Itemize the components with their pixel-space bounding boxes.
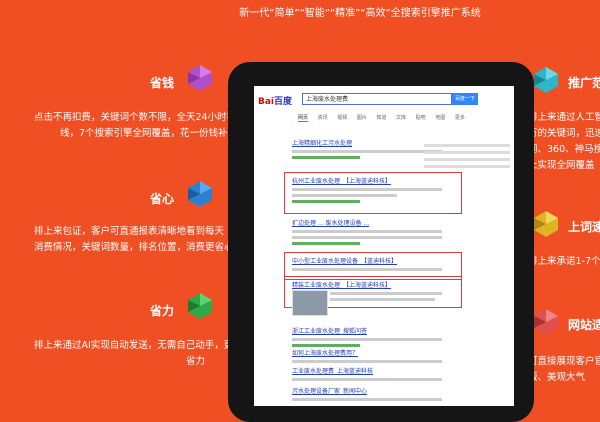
tab-news[interactable]: 资讯 bbox=[318, 115, 328, 121]
result-title[interactable]: 如何上海废水处理费用？ bbox=[292, 348, 442, 357]
teal-gem-icon bbox=[534, 67, 558, 93]
feature-title: 上词速 bbox=[568, 220, 600, 234]
search-result[interactable]: 上海精细化工污水处理 bbox=[292, 138, 442, 159]
feature-desc-line: 排上来包证，客户可直通报表清晰地看到每天 bbox=[34, 226, 225, 237]
feature-desc-line: 排上来通过AI实现自动发送，无需自己动手，更 bbox=[34, 340, 234, 351]
header-tagline: 新一代“简单”“智能”“精准”“高效”全搜索引擎推广系统 bbox=[239, 8, 481, 19]
tab-zhidao[interactable]: 知道 bbox=[376, 115, 386, 121]
result-title[interactable]: 精装工业废水处理_【上海蓝迪科技】 bbox=[292, 280, 442, 289]
search-result[interactable]: 如何上海废水处理费用？ bbox=[292, 348, 442, 363]
feature-desc-line: 消费情况，关键词数量，排名位置，消费更省心 bbox=[34, 242, 234, 253]
sidebar-placeholder bbox=[424, 140, 510, 168]
sidebar-line bbox=[424, 144, 510, 147]
result-snippet bbox=[292, 188, 442, 191]
search-bar: Bai百度 上海废水处理费 百度一下 bbox=[254, 86, 514, 112]
result-url bbox=[292, 344, 360, 347]
result-snippet bbox=[292, 338, 442, 341]
search-result[interactable]: 中小型工业废水处理设备_【蓝迪科技】 bbox=[292, 256, 442, 271]
result-title[interactable]: 工业废水处理费_上海蓝迪科技 bbox=[292, 366, 442, 375]
result-title[interactable]: 污水处理设备厂家_新闻中心 bbox=[292, 386, 442, 395]
result-url bbox=[292, 242, 360, 245]
baidu-logo: Bai百度 bbox=[258, 94, 292, 107]
feature-title: 网站适 bbox=[568, 318, 600, 332]
logo-right: 百度 bbox=[274, 97, 293, 107]
search-result[interactable]: 杭州工业废水处理_【上海蓝迪科技】 bbox=[292, 176, 442, 203]
result-url bbox=[292, 200, 360, 203]
yellow-gem-icon bbox=[534, 211, 558, 237]
search-result[interactable]: 浙江工业废水处理_搜狐问答 bbox=[292, 326, 442, 347]
sidebar-line bbox=[424, 165, 510, 168]
logo-left: Bai bbox=[258, 97, 275, 107]
feature-title: 推广范 bbox=[568, 76, 600, 90]
result-snippet bbox=[292, 268, 442, 271]
feature-desc-line: 同、360、神马搜索 bbox=[528, 144, 600, 155]
result-snippet bbox=[330, 298, 435, 301]
red-gem-icon bbox=[534, 309, 558, 335]
search-result[interactable]: 污水处理设备厂家_新闻中心 bbox=[292, 386, 442, 401]
tab-wenku[interactable]: 文库 bbox=[396, 115, 406, 121]
result-title[interactable]: 浙江工业废水处理_搜狐问答 bbox=[292, 326, 442, 335]
search-input[interactable]: 上海废水处理费 bbox=[302, 93, 452, 105]
tab-web[interactable]: 网页 bbox=[298, 115, 309, 122]
result-snippet bbox=[292, 236, 442, 239]
feature-desc-line: 点击不再扣费，关键词个数不限，全天24小时在 bbox=[34, 112, 237, 123]
sidebar-line bbox=[424, 151, 510, 154]
feature-title: 省钱 bbox=[150, 76, 175, 90]
search-result[interactable]: 扩边处理 ... 废水处理设备 ... bbox=[292, 218, 442, 245]
tab-more[interactable]: 更多 bbox=[455, 115, 465, 121]
feature-desc-line: 版、美观大气 bbox=[528, 372, 586, 383]
result-snippet bbox=[330, 292, 442, 295]
feature-title: 省心 bbox=[150, 192, 175, 206]
feature-desc-line: 排上来通过人工智 bbox=[528, 112, 600, 123]
feature-desc-line: 万的关键词，迅速 bbox=[528, 128, 600, 139]
tab-images[interactable]: 图片 bbox=[357, 115, 367, 121]
result-title[interactable]: 扩边处理 ... 废水处理设备 ... bbox=[292, 218, 442, 227]
search-button[interactable]: 百度一下 bbox=[452, 93, 478, 105]
feature-desc-line: 排上来承诺1-7个工 bbox=[528, 256, 600, 267]
tab-map[interactable]: 地图 bbox=[435, 115, 445, 121]
result-url bbox=[292, 156, 360, 159]
search-result[interactable]: 工业废水处理费_上海蓝迪科技 bbox=[292, 366, 442, 381]
feature-desc-line: 线，7个搜索引擎全网覆盖，花一份钱补七样 bbox=[60, 128, 247, 139]
feature-desc-line: 上实现全网覆盖 bbox=[528, 160, 595, 171]
result-thumbnail bbox=[292, 290, 328, 316]
feature-title: 省力 bbox=[150, 304, 175, 318]
result-snippet bbox=[292, 230, 442, 233]
search-result[interactable]: 精装工业废水处理_【上海蓝迪科技】 bbox=[292, 280, 442, 316]
sidebar-line bbox=[424, 158, 510, 161]
search-tabs: 网页 资讯 视频 图片 知道 文库 贴吧 地图 更多 bbox=[298, 114, 473, 122]
green-gem-icon bbox=[188, 293, 212, 319]
result-title[interactable]: 杭州工业废水处理_【上海蓝迪科技】 bbox=[292, 176, 442, 185]
tablet-screen: Bai百度 上海废水处理费 百度一下 网页 资讯 视频 图片 知道 文库 贴吧 … bbox=[254, 86, 514, 406]
result-snippet bbox=[292, 194, 397, 197]
result-snippet bbox=[292, 378, 442, 381]
feature-desc-line: 可直接展现客户官 bbox=[528, 356, 600, 367]
result-title[interactable]: 上海精细化工污水处理 bbox=[292, 138, 442, 147]
blue-gem-icon bbox=[188, 181, 212, 207]
tab-tieba[interactable]: 贴吧 bbox=[416, 115, 426, 121]
result-snippet bbox=[292, 360, 442, 363]
result-snippet bbox=[292, 150, 442, 153]
feature-desc-line: 省力 bbox=[186, 356, 206, 367]
result-title[interactable]: 中小型工业废水处理设备_【蓝迪科技】 bbox=[292, 256, 442, 265]
tab-video[interactable]: 视频 bbox=[337, 115, 347, 121]
purple-gem-icon bbox=[188, 65, 212, 91]
